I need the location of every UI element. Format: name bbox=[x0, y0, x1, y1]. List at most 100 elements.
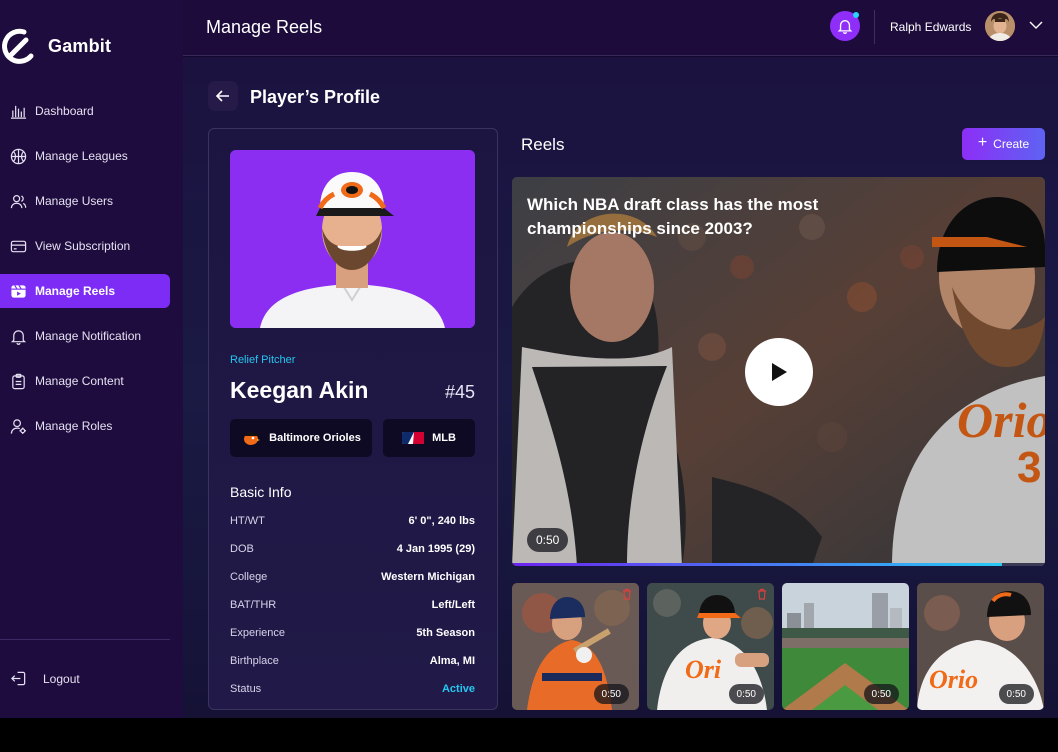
top-bar: Manage Reels Ralph Edwards bbox=[183, 0, 1058, 56]
reel-duration: 0:50 bbox=[593, 684, 629, 704]
app-shell: Gambit Dashboard Manage Leagues Manage U… bbox=[0, 0, 1058, 718]
reel-duration: 0:50 bbox=[863, 684, 899, 704]
sidebar: Gambit Dashboard Manage Leagues Manage U… bbox=[0, 0, 183, 718]
sidebar-item-label: Manage Leagues bbox=[35, 149, 128, 163]
team-tag[interactable]: Baltimore Orioles bbox=[230, 419, 372, 457]
player-photo-image bbox=[230, 150, 475, 328]
orioles-logo-icon bbox=[241, 429, 261, 447]
player-name: Keegan Akin bbox=[230, 377, 369, 403]
sidebar-item-dashboard[interactable]: Dashboard bbox=[0, 94, 170, 128]
reel-duration: 0:50 bbox=[728, 684, 764, 704]
plus-icon: + bbox=[977, 134, 988, 151]
info-row-bat-thr: BAT/THR Left/Left bbox=[230, 599, 475, 611]
chevron-down-icon[interactable] bbox=[1028, 17, 1044, 33]
section-title: Player’s Profile bbox=[250, 87, 381, 107]
reels-icon bbox=[10, 283, 27, 300]
gambit-logo-icon bbox=[2, 28, 34, 64]
notification-button[interactable] bbox=[830, 11, 860, 41]
player-photo bbox=[230, 150, 475, 328]
featured-reel-video[interactable]: Oriole 3 Which NBA draft class has the m… bbox=[512, 177, 1045, 566]
info-row-status: Status Active bbox=[230, 683, 475, 695]
logout-label: Logout bbox=[43, 671, 80, 686]
status-badge: Active bbox=[441, 683, 475, 695]
info-value: 6' 0", 240 lbs bbox=[408, 515, 475, 527]
bell-icon bbox=[10, 328, 27, 345]
back-button[interactable] bbox=[208, 81, 238, 111]
video-progress-fill bbox=[512, 563, 1003, 566]
bell-icon bbox=[837, 20, 853, 34]
video-progress-bar[interactable] bbox=[512, 563, 1045, 566]
reel-thumbnail[interactable]: Ori 0:50 bbox=[647, 583, 774, 710]
info-label: DOB bbox=[230, 543, 254, 555]
app-name: Gambit bbox=[48, 35, 112, 56]
svg-text:Ori: Ori bbox=[685, 655, 722, 684]
bar-chart-icon bbox=[10, 103, 27, 120]
sidebar-item-label: Dashboard bbox=[35, 104, 94, 118]
sidebar-divider bbox=[0, 639, 170, 640]
sidebar-item-label: Manage Users bbox=[35, 194, 114, 208]
info-row-birthplace: Birthplace Alma, MI bbox=[230, 655, 475, 667]
info-value: Left/Left bbox=[431, 599, 475, 611]
logout-button[interactable]: Logout bbox=[10, 670, 80, 687]
reel-thumbnail[interactable]: 0:50 bbox=[782, 583, 909, 710]
mlb-logo-icon bbox=[402, 432, 425, 444]
info-label: Experience bbox=[230, 627, 286, 639]
reel-duration: 0:50 bbox=[998, 684, 1034, 704]
info-row-college: College Western Michigan bbox=[230, 571, 475, 583]
info-value: Alma, MI bbox=[429, 655, 475, 667]
reels-title: Reels bbox=[521, 135, 565, 154]
svg-text:Orio: Orio bbox=[929, 665, 978, 694]
sidebar-item-label: Manage Reels bbox=[35, 284, 116, 298]
reel-question: Which NBA draft class has the most champ… bbox=[527, 195, 819, 238]
play-icon bbox=[772, 363, 787, 381]
create-label: Create bbox=[993, 137, 1030, 151]
info-value: 5th Season bbox=[416, 627, 475, 639]
info-label: BAT/THR bbox=[230, 599, 277, 611]
sidebar-item-manage-leagues[interactable]: Manage Leagues bbox=[0, 139, 170, 173]
player-profile-card: Relief Pitcher Keegan Akin #45 Baltimore… bbox=[208, 128, 498, 710]
header-divider bbox=[874, 10, 875, 44]
info-row-ht-wt: HT/WT 6' 0", 240 lbs bbox=[230, 515, 475, 527]
logout-icon bbox=[10, 670, 27, 687]
users-icon bbox=[10, 193, 27, 210]
main-content: Player’s Profile Relief Pitcher Keegan A… bbox=[183, 57, 1058, 718]
avatar[interactable] bbox=[985, 11, 1015, 41]
user-name[interactable]: Ralph Edwards bbox=[890, 20, 971, 34]
sidebar-item-view-subscription[interactable]: View Subscription bbox=[0, 229, 170, 263]
sidebar-item-label: View Subscription bbox=[35, 239, 131, 253]
team-name: Baltimore Orioles bbox=[269, 432, 361, 444]
info-label: Birthplace bbox=[230, 655, 279, 667]
basic-info-title: Basic Info bbox=[230, 484, 292, 500]
page-title: Manage Reels bbox=[206, 17, 323, 37]
sidebar-item-manage-notification[interactable]: Manage Notification bbox=[0, 319, 170, 353]
notification-dot bbox=[853, 12, 859, 18]
play-button[interactable] bbox=[745, 338, 813, 406]
logo[interactable]: Gambit bbox=[0, 26, 111, 66]
trash-icon[interactable] bbox=[621, 588, 633, 600]
info-label: HT/WT bbox=[230, 515, 265, 527]
info-label: Status bbox=[230, 683, 262, 695]
video-duration: 0:50 bbox=[527, 528, 569, 552]
reel-thumbnail[interactable]: 0:50 bbox=[512, 583, 639, 710]
clipboard-icon bbox=[10, 373, 27, 390]
trash-icon[interactable] bbox=[756, 588, 768, 600]
sidebar-item-manage-users[interactable]: Manage Users bbox=[0, 184, 170, 218]
reel-thumbnail[interactable]: Orio 0:50 bbox=[917, 583, 1044, 710]
sidebar-item-manage-reels[interactable]: Manage Reels bbox=[0, 274, 170, 308]
info-value: Western Michigan bbox=[381, 571, 475, 583]
sidebar-item-label: Manage Notification bbox=[35, 329, 142, 343]
basketball-icon bbox=[10, 148, 27, 165]
user-cog-icon bbox=[10, 418, 27, 435]
credit-card-icon bbox=[10, 238, 27, 255]
jersey-number: #45 bbox=[444, 382, 475, 402]
sidebar-item-label: Manage Content bbox=[35, 374, 124, 388]
info-label: College bbox=[230, 571, 268, 583]
sidebar-item-manage-content[interactable]: Manage Content bbox=[0, 364, 170, 398]
create-reel-button[interactable]: + Create bbox=[962, 128, 1045, 160]
info-value: 4 Jan 1995 (29) bbox=[396, 543, 475, 555]
sidebar-item-manage-roles[interactable]: Manage Roles bbox=[0, 409, 170, 443]
sidebar-nav: Dashboard Manage Leagues Manage Users Vi… bbox=[0, 94, 183, 454]
league-tag[interactable]: MLB bbox=[383, 419, 475, 457]
info-row-dob: DOB 4 Jan 1995 (29) bbox=[230, 543, 475, 555]
player-position: Relief Pitcher bbox=[230, 354, 296, 366]
